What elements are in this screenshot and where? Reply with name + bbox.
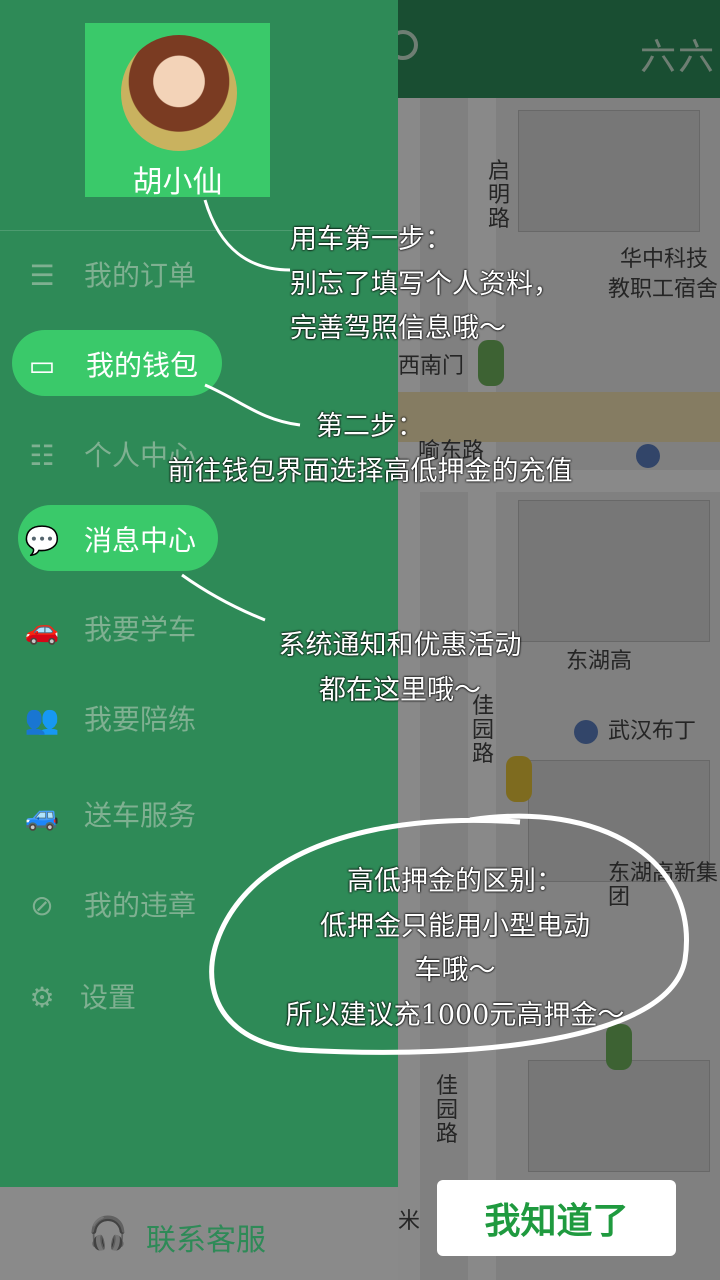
note-line: 别忘了填写个人资料， — [290, 268, 560, 300]
list-icon: ☰ — [29, 259, 55, 292]
menu-label: 我要学车 — [84, 613, 197, 646]
users-icon: 👥 — [24, 703, 60, 736]
user-profile-box[interactable]: 胡小仙 — [85, 23, 270, 200]
note-line: 系统通知和优惠活动 — [278, 630, 522, 661]
note-line: 都在这里哦～ — [319, 674, 481, 706]
menu-label: 我的订单 — [84, 259, 197, 292]
car-icon: 🚗 — [24, 613, 60, 646]
delivery-car-icon: 🚙 — [24, 799, 60, 832]
violation-icon: ⊘ — [30, 889, 54, 922]
headset-icon: 🎧 — [88, 1214, 128, 1252]
note-line: 第二步： — [316, 411, 424, 442]
note-line: 所以建议充1000元高押金～ — [285, 999, 625, 1031]
note-line: 低押金只能用小型电动 — [320, 910, 590, 942]
wallet-icon: ▭ — [28, 349, 56, 382]
chat-icon: 💬 — [24, 524, 60, 557]
menu-label: 我的钱包 — [86, 349, 199, 382]
contact-label: 联系客服 — [146, 1223, 266, 1258]
username: 胡小仙 — [132, 165, 223, 200]
contact-support-button[interactable]: 🎧 联系客服 — [0, 1187, 398, 1280]
menu-item-delivery[interactable]: 🚙 送车服务 — [0, 780, 398, 850]
got-it-button[interactable]: 我知道了 — [437, 1180, 676, 1256]
note-line: 完善驾照信息哦～ — [290, 313, 506, 345]
menu-label: 送车服务 — [84, 799, 197, 832]
avatar[interactable] — [121, 35, 237, 151]
menu-label: 设置 — [80, 981, 137, 1014]
note-line: 车哦～ — [414, 955, 496, 987]
menu-label: 我要陪练 — [84, 703, 197, 736]
profile-icon: ☷ — [29, 439, 55, 472]
note-deposit: 高低押金的区别： 低押金只能用小型电动 车哦～ 所以建议充1000元高押金～ — [230, 860, 680, 1038]
menu-item-messages[interactable]: 💬 消息中心 — [0, 505, 398, 575]
note-line: 前往钱包界面选择高低押金的充值 — [167, 455, 573, 487]
note-line: 用车第一步： — [290, 224, 452, 255]
note-messages: 系统通知和优惠活动 都在这里哦～ — [235, 624, 565, 713]
note-line: 高低押金的区别： — [347, 866, 563, 897]
note-step2: 第二步： 前往钱包界面选择高低押金的充值 — [100, 405, 640, 494]
gear-icon: ⚙ — [29, 981, 55, 1014]
menu-label: 我的违章 — [84, 889, 197, 922]
menu-label: 消息中心 — [84, 524, 197, 557]
note-step1: 用车第一步： 别忘了填写个人资料， 完善驾照信息哦～ — [290, 218, 560, 352]
